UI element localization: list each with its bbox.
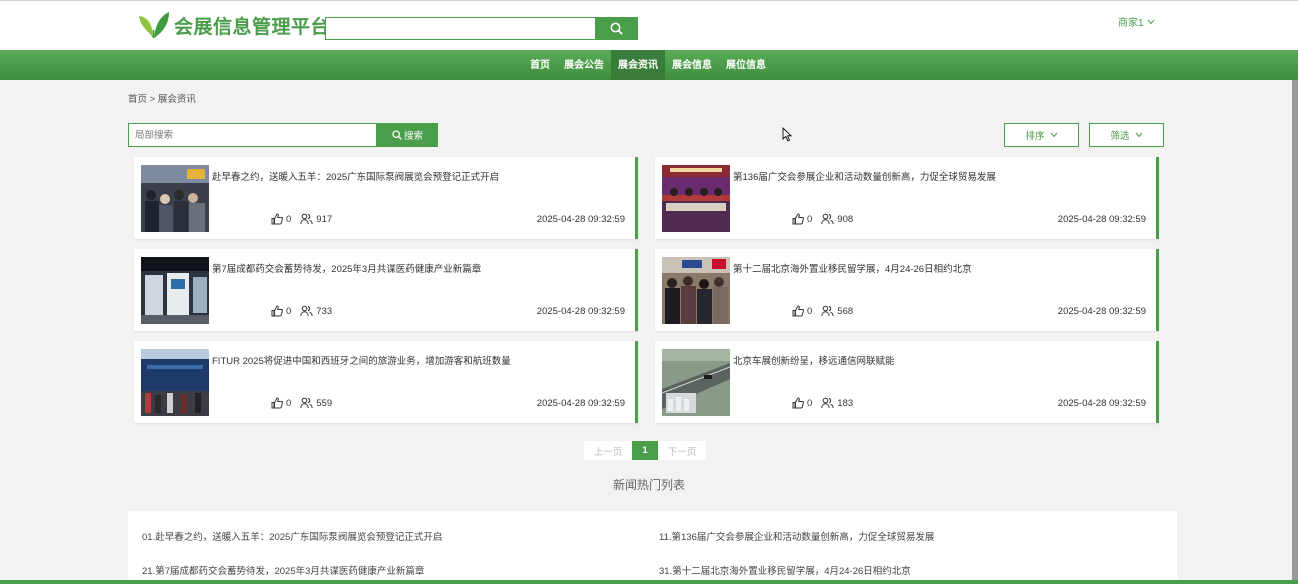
nav-exhibitions[interactable]: 展会信息 bbox=[665, 50, 719, 80]
nav-news[interactable]: 展会资讯 bbox=[611, 50, 665, 80]
users-icon bbox=[300, 213, 313, 225]
top-search-input[interactable] bbox=[325, 17, 595, 40]
article-title[interactable]: 第十二届北京海外置业移民留学展，4月24-26日相约北京 bbox=[733, 261, 972, 275]
views-count: 917 bbox=[316, 213, 333, 225]
users-icon bbox=[821, 305, 834, 317]
user-menu[interactable]: 商家1 bbox=[1118, 14, 1155, 29]
article-title[interactable]: 北京车展创新纷呈，移远通信网联赋能 bbox=[733, 353, 895, 367]
filter-label: 筛选 bbox=[1110, 131, 1130, 142]
users-icon bbox=[821, 213, 834, 225]
views-count: 559 bbox=[316, 397, 333, 409]
hot-list-title: 新闻热门列表 bbox=[612, 478, 685, 492]
chevron-down-icon bbox=[1135, 132, 1142, 138]
article-meta: 0 917 bbox=[271, 213, 341, 225]
nav-booths[interactable]: 展位信息 bbox=[719, 50, 773, 80]
article-thumbnail bbox=[141, 257, 209, 324]
logo-text: 会展信息管理平台 bbox=[174, 15, 331, 38]
main-nav: 首页 展会公告 展会资讯 展会信息 展位信息 bbox=[0, 50, 1298, 80]
page-number-current[interactable]: 1 bbox=[632, 441, 658, 460]
article-meta: 0 559 bbox=[271, 397, 341, 409]
article-date: 2025-04-28 09:32:59 bbox=[536, 306, 625, 317]
article-date: 2025-04-28 09:32:59 bbox=[1057, 398, 1146, 409]
article-meta: 0 568 bbox=[792, 305, 862, 317]
pagination: 上一页 1 下一页 bbox=[584, 441, 706, 460]
search-icon bbox=[392, 130, 402, 140]
nav-home[interactable]: 首页 bbox=[523, 50, 557, 80]
local-search-input[interactable] bbox=[128, 123, 377, 147]
article-thumbnail bbox=[662, 257, 730, 324]
scrollbar[interactable] bbox=[1292, 80, 1298, 580]
article-card[interactable]: 第136届广交会参展企业和活动数量创新高，力促全球贸易发展 0 908 2025… bbox=[655, 157, 1159, 239]
thumbs-up-icon[interactable] bbox=[792, 397, 804, 409]
article-meta: 0 908 bbox=[792, 213, 862, 225]
views-count: 908 bbox=[837, 213, 854, 225]
likes-count: 0 bbox=[286, 213, 292, 225]
thumbs-up-icon[interactable] bbox=[271, 397, 283, 409]
likes-count: 0 bbox=[807, 213, 813, 225]
article-card[interactable]: 北京车展创新纷呈，移远通信网联赋能 0 183 2025-04-28 09:32… bbox=[655, 341, 1159, 423]
article-title[interactable]: FITUR 2025将促进中国和西班牙之间的旅游业务，增加游客和航班数量 bbox=[212, 353, 511, 367]
views-count: 568 bbox=[837, 305, 854, 317]
logo[interactable]: 会展信息管理平台 bbox=[138, 10, 330, 40]
footer-bar bbox=[0, 580, 1298, 584]
article-thumbnail bbox=[662, 165, 730, 232]
filter-dropdown[interactable]: 筛选 bbox=[1089, 123, 1164, 147]
mouse-cursor-icon bbox=[782, 127, 792, 142]
article-title[interactable]: 第7届成都药交会蓄势待发，2025年3月共谋医药健康产业新篇章 bbox=[212, 261, 481, 275]
user-name: 商家1 bbox=[1118, 18, 1144, 29]
sort-label: 排序 bbox=[1025, 131, 1045, 142]
article-card[interactable]: 第十二届北京海外置业移民留学展，4月24-26日相约北京 0 568 2025-… bbox=[655, 249, 1159, 331]
chevron-down-icon bbox=[1147, 19, 1154, 24]
thumbs-up-icon[interactable] bbox=[271, 305, 283, 317]
article-thumbnail bbox=[141, 165, 209, 232]
hot-news-item[interactable]: 11.第136届广交会参展企业和活动数量创新高，力促全球贸易发展 bbox=[659, 529, 934, 543]
article-title[interactable]: 赴早春之约，送暖入五羊：2025广东国际泵阀展览会预登记正式开启 bbox=[212, 169, 499, 183]
article-date: 2025-04-28 09:32:59 bbox=[536, 398, 625, 409]
article-card[interactable]: 第7届成都药交会蓄势待发，2025年3月共谋医药健康产业新篇章 0 733 20… bbox=[134, 249, 638, 331]
thumbs-up-icon[interactable] bbox=[792, 213, 804, 225]
views-count: 733 bbox=[316, 305, 333, 317]
sort-dropdown[interactable]: 排序 bbox=[1004, 123, 1079, 147]
article-thumbnail bbox=[141, 349, 209, 416]
article-title[interactable]: 第136届广交会参展企业和活动数量创新高，力促全球贸易发展 bbox=[733, 169, 996, 183]
thumbs-up-icon[interactable] bbox=[792, 305, 804, 317]
local-search-button[interactable]: 搜索 bbox=[377, 123, 438, 147]
article-date: 2025-04-28 09:32:59 bbox=[1057, 214, 1146, 225]
local-search: 搜索 bbox=[128, 123, 438, 147]
users-icon bbox=[821, 397, 834, 409]
article-thumbnail bbox=[662, 349, 730, 416]
leaf-logo-icon bbox=[139, 12, 169, 38]
likes-count: 0 bbox=[286, 397, 292, 409]
prev-page-button[interactable]: 上一页 bbox=[584, 441, 632, 460]
thumbs-up-icon[interactable] bbox=[271, 213, 283, 225]
article-meta: 0 733 bbox=[271, 305, 341, 317]
next-page-button[interactable]: 下一页 bbox=[658, 441, 706, 460]
search-icon bbox=[610, 22, 623, 35]
hot-news-item[interactable]: 31.第十二届北京海外置业移民留学展，4月24-26日相约北京 bbox=[659, 563, 911, 577]
article-meta: 0 183 bbox=[792, 397, 862, 409]
nav-announcements[interactable]: 展会公告 bbox=[557, 50, 611, 80]
top-search bbox=[325, 17, 638, 40]
likes-count: 0 bbox=[807, 305, 813, 317]
breadcrumb: 首页 > 展会资讯 bbox=[128, 94, 196, 105]
article-date: 2025-04-28 09:32:59 bbox=[1057, 306, 1146, 317]
users-icon bbox=[300, 305, 313, 317]
top-search-button[interactable] bbox=[595, 17, 638, 40]
hot-news-item[interactable]: 01.赴早春之约，送暖入五羊：2025广东国际泵阀展览会预登记正式开启 bbox=[142, 529, 442, 543]
hot-news-item[interactable]: 21.第7届成都药交会蓄势待发，2025年3月共谋医药健康产业新篇章 bbox=[142, 563, 424, 577]
chevron-down-icon bbox=[1050, 132, 1057, 138]
article-card[interactable]: 赴早春之约，送暖入五羊：2025广东国际泵阀展览会预登记正式开启 0 917 2… bbox=[134, 157, 638, 239]
users-icon bbox=[300, 397, 313, 409]
article-date: 2025-04-28 09:32:59 bbox=[536, 214, 625, 225]
likes-count: 0 bbox=[807, 397, 813, 409]
views-count: 183 bbox=[837, 397, 854, 409]
likes-count: 0 bbox=[286, 305, 292, 317]
article-card[interactable]: FITUR 2025将促进中国和西班牙之间的旅游业务，增加游客和航班数量 0 5… bbox=[134, 341, 638, 423]
hot-news-list: 01.赴早春之约，送暖入五羊：2025广东国际泵阀展览会预登记正式开启 11.第… bbox=[128, 511, 1177, 584]
header: 会展信息管理平台 商家1 bbox=[0, 0, 1298, 50]
local-search-button-label: 搜索 bbox=[403, 131, 423, 142]
